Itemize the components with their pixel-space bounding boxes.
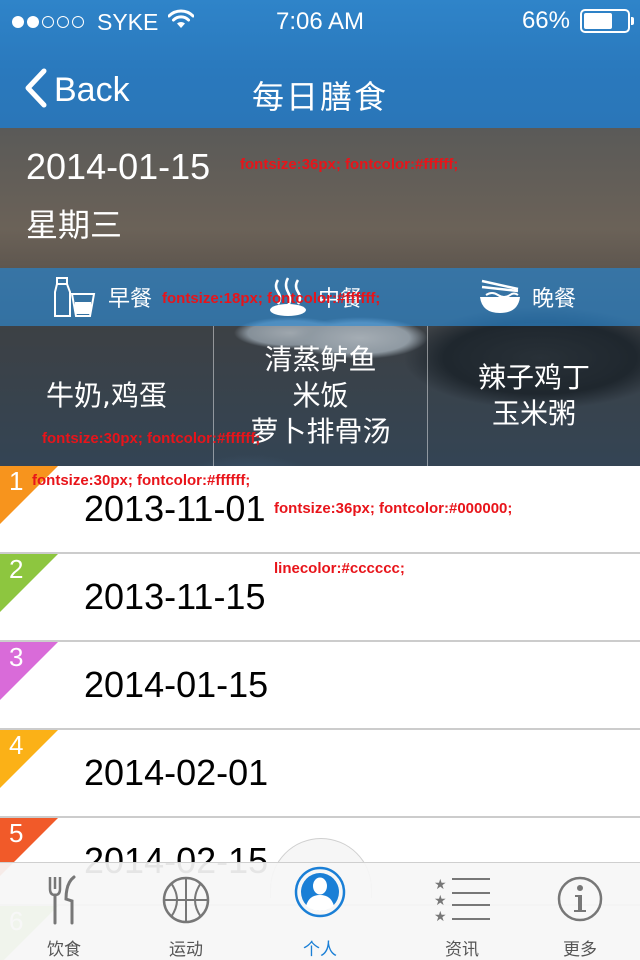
tab-breakfast-label: 早餐: [108, 287, 153, 312]
row-number: 3: [9, 642, 24, 672]
dinner-item: 辣子鸡丁: [477, 361, 590, 394]
annotation-date-font: fontsize:36px; fontcolor:#ffffff;: [240, 156, 459, 173]
status-right: 66%: [521, 7, 634, 35]
dinner-item: 玉米粥: [491, 397, 576, 430]
tab-more-label: 更多: [563, 940, 597, 960]
milk-bottle-icon: [54, 276, 98, 318]
tab-breakfast[interactable]: 早餐: [54, 268, 152, 326]
hero-weekday: 星期三: [26, 206, 123, 244]
annotation-tab-font: fontsize:18px; fontcolor:#ffffff;: [162, 290, 381, 307]
row-number: 2: [9, 554, 24, 584]
row-number: 1: [9, 466, 24, 496]
tab-exercise[interactable]: 运动: [122, 863, 250, 960]
svg-text:★: ★: [434, 877, 447, 893]
row-number: 4: [9, 730, 24, 760]
row-date: 2014-02-01: [84, 752, 269, 793]
annotation-line-color: linecolor:#cccccc;: [274, 560, 405, 577]
battery-icon: [580, 9, 634, 33]
tab-diet[interactable]: 饮食: [0, 863, 128, 960]
meal-hero: 2014-01-15 星期三 fontsize:36px; fontcolor:…: [0, 128, 640, 466]
nav-bar: Back 每日膳食: [0, 40, 640, 128]
meal-tabs: 早餐 中餐 晚餐 fontsize:18px; fontcolor:#fffff…: [0, 268, 640, 326]
star-list-icon: ★ ★ ★: [398, 875, 526, 923]
noodle-bowl-icon: [478, 277, 522, 317]
row-date: 2013-11-01: [84, 488, 266, 529]
annotation-number-font: fontsize:30px; fontcolor:#ffffff;: [32, 472, 251, 489]
tab-dinner-label: 晚餐: [532, 287, 577, 312]
battery-level: [584, 13, 612, 29]
dinner-items: 辣子鸡丁 玉米粥: [428, 326, 640, 466]
svg-text:★: ★: [434, 893, 447, 909]
tab-more[interactable]: 更多: [516, 863, 640, 960]
row-number: 5: [9, 818, 24, 848]
svg-text:★: ★: [434, 909, 447, 923]
tab-news-label: 资讯: [445, 940, 479, 960]
hero-date: 2014-01-15: [26, 146, 211, 187]
breakfast-item: 牛奶,鸡蛋: [46, 379, 167, 412]
tab-exercise-label: 运动: [169, 940, 203, 960]
fork-knife-icon: [0, 875, 128, 927]
top-bar: SYKE 7:06 AM 66% Back 每日膳食: [0, 0, 640, 128]
list-item[interactable]: 3 2014-01-15: [0, 642, 640, 730]
info-icon: [516, 875, 640, 923]
tab-personal-label: 个人: [303, 940, 337, 960]
list-item[interactable]: 4 2014-02-01: [0, 730, 640, 818]
annotation-meal-font: fontsize:30px; fontcolor:#ffffff;: [42, 430, 261, 447]
annotation-list-font: fontsize:36px; fontcolor:#000000;: [274, 500, 513, 517]
person-icon: [256, 865, 384, 919]
meal-details: 牛奶,鸡蛋 清蒸鲈鱼 米饭 萝卜排骨汤 辣子鸡丁 玉米粥 fontsize:30…: [0, 326, 640, 466]
tab-dinner[interactable]: 晚餐: [478, 268, 576, 326]
page-title: 每日膳食: [251, 78, 388, 116]
lunch-item: 萝卜排骨汤: [250, 415, 391, 448]
row-date: 2013-11-15: [84, 576, 266, 617]
basketball-icon: [122, 875, 250, 925]
tab-bar: 饮食 运动 个人 ★ ★ ★ 资讯 更多: [0, 862, 640, 960]
status-bar: SYKE 7:06 AM 66%: [0, 0, 640, 40]
tab-personal[interactable]: 个人: [256, 863, 384, 960]
lunch-item: 清蒸鲈鱼: [264, 343, 377, 376]
tab-diet-label: 饮食: [47, 940, 81, 960]
tab-news[interactable]: ★ ★ ★ 资讯: [398, 863, 526, 960]
row-date: 2014-01-15: [84, 664, 269, 705]
lunch-item: 米饭: [292, 379, 349, 412]
battery-percent: 66%: [521, 7, 570, 34]
